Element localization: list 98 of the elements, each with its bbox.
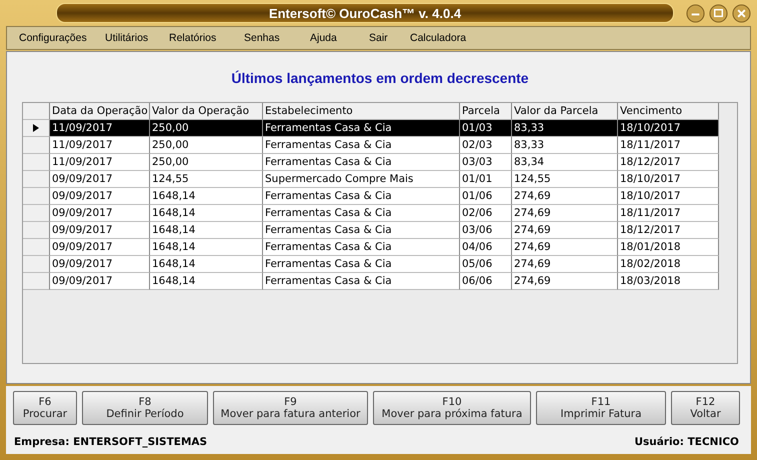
table-cell: 09/09/2017 — [50, 256, 150, 273]
table-cell: 1648,14 — [150, 256, 263, 273]
table-cell: 18/01/2018 — [618, 239, 719, 256]
table-cell: 18/11/2017 — [618, 137, 719, 154]
table-cell: 18/02/2018 — [618, 256, 719, 273]
table-row[interactable]: 09/09/2017 1648,14 Ferramentas Casa & Cia 01/06 274,69 18/10/2017 — [23, 188, 737, 205]
table-cell: 124,55 — [512, 171, 618, 188]
menu-item[interactable]: Calculadora — [410, 32, 466, 44]
table-cell: 274,69 — [512, 273, 618, 290]
table-cell: 1648,14 — [150, 239, 263, 256]
row-pointer-icon — [33, 124, 39, 132]
table-cell: 01/03 — [460, 120, 512, 137]
table-row[interactable]: 09/09/2017 1648,14 Ferramentas Casa & Cia 02/06 274,69 18/11/2017 — [23, 205, 737, 222]
column-header[interactable]: Vencimento — [618, 103, 719, 120]
table-cell: 04/06 — [460, 239, 512, 256]
function-button[interactable]: F11 Imprimir Fatura — [536, 391, 666, 425]
table-cell: 250,00 — [150, 120, 263, 137]
menu-item[interactable]: Sair — [369, 32, 410, 44]
table-row[interactable]: 09/09/2017 1648,14 Ferramentas Casa & Cia 06/06 274,69 18/03/2018 — [23, 273, 737, 290]
table-cell: 09/09/2017 — [50, 171, 150, 188]
table-cell: 18/12/2017 — [618, 222, 719, 239]
table-cell: 09/09/2017 — [50, 188, 150, 205]
function-button[interactable]: F8 Definir Período — [82, 391, 208, 425]
table-cell: 06/06 — [460, 273, 512, 290]
table-cell: 02/03 — [460, 137, 512, 154]
table-cell: 18/03/2018 — [618, 273, 719, 290]
table-cell: 1648,14 — [150, 222, 263, 239]
menu-item[interactable]: Configurações — [19, 32, 105, 44]
table-cell: 274,69 — [512, 256, 618, 273]
close-button[interactable] — [732, 4, 751, 22]
table-row[interactable]: 11/09/2017 250,00 Ferramentas Casa & Cia 03/03 83,34 18/12/2017 — [23, 154, 737, 171]
table-cell: Ferramentas Casa & Cia — [263, 256, 460, 273]
table-cell: 18/10/2017 — [618, 188, 719, 205]
table-cell: 124,55 — [150, 171, 263, 188]
column-header[interactable]: Parcela — [460, 103, 512, 120]
table-row[interactable]: 11/09/2017 250,00 Ferramentas Casa & Cia 02/03 83,33 18/11/2017 — [23, 137, 737, 154]
table-cell: 11/09/2017 — [50, 137, 150, 154]
minimize-button[interactable] — [686, 4, 705, 22]
table-row[interactable]: 09/09/2017 124,55 Supermercado Compre Mais 01/01 124,55 18/10/2017 — [23, 171, 737, 188]
table-cell: 274,69 — [512, 205, 618, 222]
table-cell: 18/10/2017 — [618, 120, 719, 137]
table-row[interactable]: 09/09/2017 1648,14 Ferramentas Casa & Cia 04/06 274,69 18/01/2018 — [23, 239, 737, 256]
table-cell: 09/09/2017 — [50, 205, 150, 222]
menu-item[interactable]: Senhas — [244, 32, 310, 44]
table-cell: 274,69 — [512, 222, 618, 239]
table-cell: Ferramentas Casa & Cia — [263, 205, 460, 222]
table-cell: 01/01 — [460, 171, 512, 188]
table-cell: Ferramentas Casa & Cia — [263, 222, 460, 239]
table-cell: 05/06 — [460, 256, 512, 273]
table-cell: 1648,14 — [150, 188, 263, 205]
heading: Últimos lançamentos em ordem decrescente — [230, 69, 530, 88]
table-cell: 83,33 — [512, 137, 618, 154]
table-cell: Ferramentas Casa & Cia — [263, 137, 460, 154]
row-header[interactable] — [23, 120, 50, 137]
table-cell: 11/09/2017 — [50, 120, 150, 137]
table-cell: Supermercado Compre Mais — [263, 171, 460, 188]
table-cell: 09/09/2017 — [50, 222, 150, 239]
table-cell: 1648,14 — [150, 273, 263, 290]
column-header[interactable]: Valor da Operação — [150, 103, 263, 120]
table-cell: 18/11/2017 — [618, 205, 719, 222]
table-cell: Ferramentas Casa & Cia — [263, 239, 460, 256]
table-cell: 09/09/2017 — [50, 273, 150, 290]
function-button[interactable]: F12 Voltar — [671, 391, 740, 425]
table-row[interactable]: 11/09/2017 250,00 Ferramentas Casa & Cia 01/03 83,33 18/10/2017 — [23, 120, 737, 137]
maximize-button[interactable] — [709, 4, 728, 22]
table-row[interactable]: 09/09/2017 1648,14 Ferramentas Casa & Cia 03/06 274,69 18/12/2017 — [23, 222, 737, 239]
menu-item[interactable]: Ajuda — [310, 32, 369, 44]
table-cell: 09/09/2017 — [50, 239, 150, 256]
table-cell: 250,00 — [150, 137, 263, 154]
table-cell: 03/03 — [460, 154, 512, 171]
table-cell: Ferramentas Casa & Cia — [263, 273, 460, 290]
menu-item[interactable]: Utilitários — [105, 32, 169, 44]
company-label: Empresa: ENTERSOFT_SISTEMAS — [14, 436, 208, 448]
function-button[interactable]: F10 Mover para próxima fatura — [373, 391, 531, 425]
table-cell: 1648,14 — [150, 205, 263, 222]
window-title: Entersoft© OuroCash™ v. 4.0.4 — [268, 6, 462, 20]
column-header[interactable]: Estabelecimento — [263, 103, 460, 120]
table-cell: Ferramentas Casa & Cia — [263, 188, 460, 205]
column-header[interactable]: Data da Operação — [50, 103, 150, 120]
table-cell: 18/12/2017 — [618, 154, 719, 171]
table-row[interactable]: 09/09/2017 1648,14 Ferramentas Casa & Cia 05/06 274,69 18/02/2018 — [23, 256, 737, 273]
menu-item[interactable]: Relatórios — [169, 32, 244, 44]
table-cell: 274,69 — [512, 239, 618, 256]
table-cell: 83,34 — [512, 154, 618, 171]
table-cell: 01/06 — [460, 188, 512, 205]
column-header[interactable]: Valor da Parcela — [512, 103, 618, 120]
function-button[interactable]: F6 Procurar — [13, 391, 77, 425]
table-cell: Ferramentas Casa & Cia — [263, 154, 460, 171]
table-cell: 18/10/2017 — [618, 171, 719, 188]
user-label: Usuário: TECNICO — [634, 436, 739, 448]
table-cell: 274,69 — [512, 188, 618, 205]
table-cell: 11/09/2017 — [50, 154, 150, 171]
table-cell: 250,00 — [150, 154, 263, 171]
table-cell: 02/06 — [460, 205, 512, 222]
function-button[interactable]: F9 Mover para fatura anterior — [213, 391, 368, 425]
table-cell: 83,33 — [512, 120, 618, 137]
table-cell: Ferramentas Casa & Cia — [263, 120, 460, 137]
table-cell: 03/06 — [460, 222, 512, 239]
